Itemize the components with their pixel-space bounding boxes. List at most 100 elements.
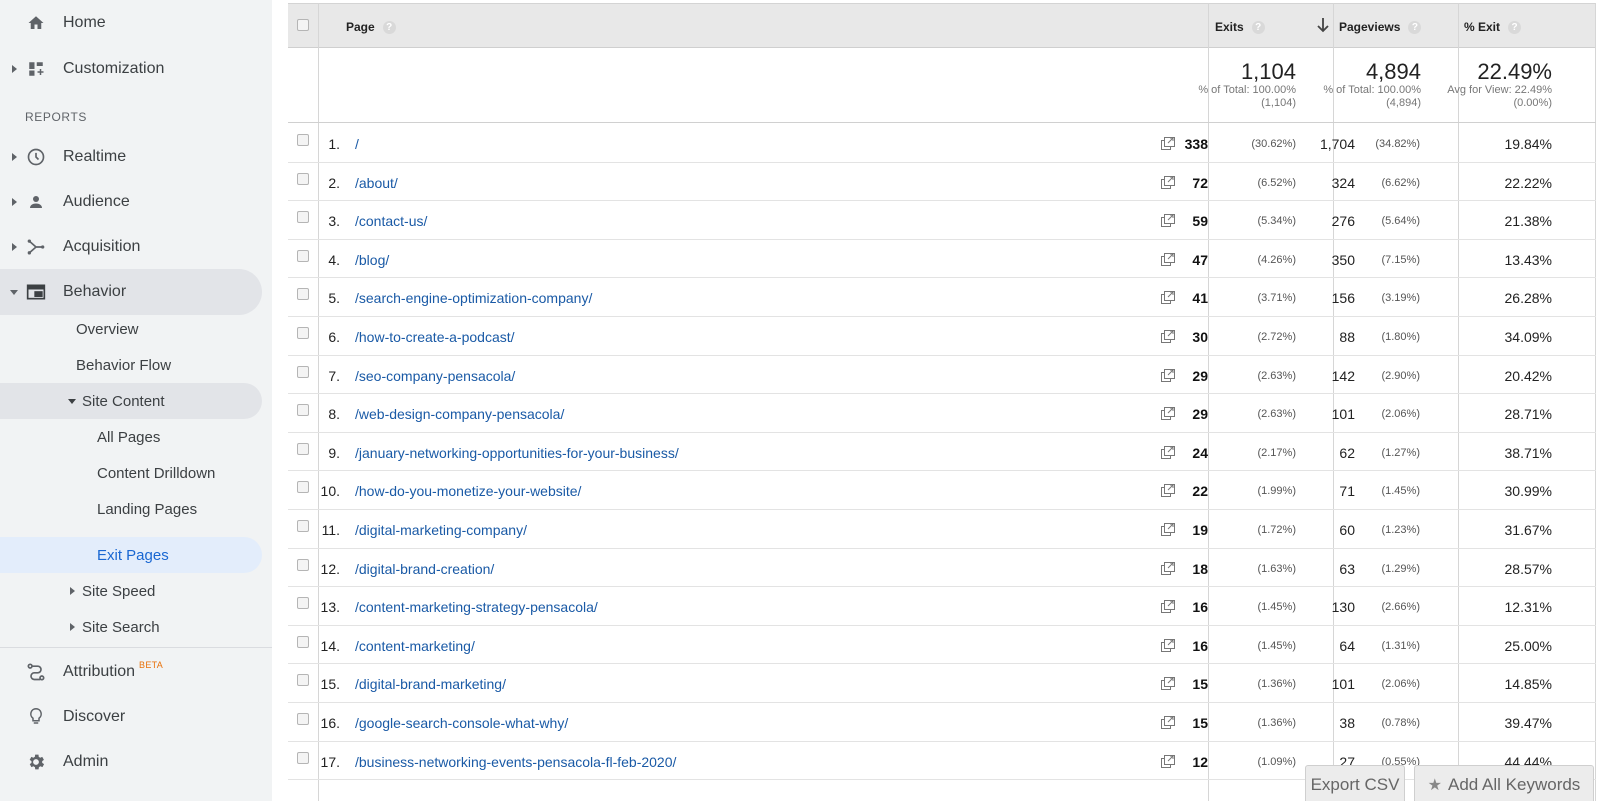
open-page-icon[interactable] (1161, 137, 1175, 150)
page-link[interactable]: /seo-company-pensacola/ (355, 368, 515, 384)
open-page-icon[interactable] (1161, 484, 1175, 498)
row-checkbox[interactable] (297, 635, 309, 648)
row-checkbox[interactable] (297, 288, 309, 301)
open-page-icon[interactable] (1161, 368, 1175, 382)
page-link[interactable]: /google-search-console-what-why/ (355, 715, 568, 731)
row-checkbox[interactable] (297, 597, 309, 610)
row-number: 8. (328, 406, 340, 423)
column-header-page[interactable]: Page ? (346, 20, 396, 34)
page-link[interactable]: /search-engine-optimization-company/ (355, 290, 592, 306)
open-page-icon[interactable] (1161, 561, 1175, 575)
page-link[interactable]: /content-marketing-strategy-pensacola/ (355, 599, 598, 615)
row-checkbox[interactable] (297, 558, 309, 571)
page-link[interactable]: /blog/ (355, 252, 389, 268)
pageviews-percent: (2.90%) (1381, 369, 1420, 382)
pageviews-percent: (2.06%) (1381, 408, 1420, 421)
pageviews-percent: (2.66%) (1381, 601, 1420, 614)
exits-percent: (2.72%) (1257, 331, 1296, 343)
open-page-icon[interactable] (1161, 523, 1175, 536)
row-checkbox[interactable] (297, 751, 309, 764)
help-icon[interactable]: ? (382, 20, 396, 34)
export-csv-button[interactable]: Export CSV (1305, 765, 1405, 801)
add-all-keywords-button[interactable]: ★ Add All Keywords (1414, 765, 1594, 801)
exits-value: 59 (1192, 213, 1208, 230)
nav-behavior-label: Behavior (63, 283, 127, 300)
nav-overview-label: Overview (76, 320, 139, 338)
row-checkbox[interactable] (297, 172, 309, 185)
nav-exit-pages[interactable]: Exit Pages (0, 537, 262, 573)
exits-value: 22 (1192, 483, 1208, 500)
row-number: 11. (321, 522, 340, 538)
summary-exit-rate-avg: Avg for View: 22.49% (1447, 84, 1552, 96)
page-link[interactable]: /about/ (355, 175, 398, 191)
page-link[interactable]: /digital-brand-creation/ (355, 561, 494, 577)
open-page-icon[interactable] (1161, 214, 1175, 228)
exit-rate-value: 12.31% (1504, 599, 1552, 616)
nav-behavior[interactable]: Behavior (0, 269, 262, 315)
exits-percent: (1.36%) (1257, 717, 1296, 729)
page-link[interactable]: /how-do-you-monetize-your-website/ (355, 483, 581, 499)
open-page-icon[interactable] (1161, 677, 1175, 691)
open-page-icon[interactable] (1161, 445, 1175, 459)
open-page-icon[interactable] (1161, 175, 1175, 189)
row-checkbox[interactable] (297, 134, 309, 146)
open-page-icon[interactable] (1161, 291, 1175, 305)
page-link[interactable]: /how-to-create-a-podcast/ (355, 329, 515, 345)
page-link[interactable]: /digital-marketing-company/ (355, 522, 527, 538)
collapse-arrow-icon (68, 399, 76, 404)
page-link[interactable]: /january-networking-opportunities-for-yo… (355, 445, 679, 461)
select-all-checkbox[interactable] (297, 19, 309, 31)
exits-value: 19 (1192, 522, 1208, 538)
page-link[interactable]: /business-networking-events-pensacola-fl… (355, 754, 676, 770)
open-page-icon[interactable] (1161, 330, 1175, 343)
row-number: 10. (320, 483, 340, 500)
row-checkbox[interactable] (297, 365, 309, 378)
table-row: 11. /digital-marketing-company/19 (1.72%) 6… (288, 509, 1596, 548)
row-checkbox[interactable] (297, 327, 309, 339)
nav-site-search-label: Site Search (82, 618, 160, 636)
open-page-icon[interactable] (1161, 252, 1175, 266)
row-checkbox[interactable] (297, 481, 309, 494)
row-checkbox[interactable] (297, 249, 309, 262)
row-checkbox[interactable] (297, 404, 309, 417)
exit-rate-value: 26.28% (1504, 290, 1552, 307)
pageviews-value: 350 (1331, 251, 1355, 268)
collapse-arrow-icon (10, 289, 18, 295)
page-link[interactable]: /web-design-company-pensacola/ (355, 406, 564, 422)
exits-percent: (1.45%) (1257, 601, 1296, 614)
acquisition-icon (26, 237, 46, 257)
nav-site-speed-label: Site Speed (82, 582, 156, 600)
row-number: 16. (320, 715, 340, 731)
column-header-pageviews[interactable]: Pageviews ? (1339, 20, 1422, 34)
nav-content-drilldown-label: Content Drilldown (97, 464, 216, 482)
page-link[interactable]: / (355, 136, 359, 152)
help-icon[interactable]: ? (1508, 20, 1522, 34)
open-page-icon[interactable] (1161, 716, 1175, 729)
nav-discover-label: Discover (63, 708, 126, 725)
summary-exit-rate-value: 22.49% (1477, 59, 1552, 84)
row-number: 3. (328, 213, 340, 230)
row-checkbox[interactable] (297, 674, 309, 687)
page-link[interactable]: /contact-us/ (355, 213, 427, 229)
row-number: 17. (320, 753, 340, 770)
nav-site-content[interactable]: Site Content (0, 383, 262, 419)
column-header-exits[interactable]: Exits ? (1215, 17, 1331, 36)
help-icon[interactable]: ? (1251, 20, 1265, 34)
exits-percent: (1.36%) (1257, 678, 1296, 691)
table-row: 5. /search-engine-optimization-company/41… (288, 277, 1596, 316)
row-checkbox[interactable] (297, 211, 309, 224)
row-checkbox[interactable] (297, 442, 309, 455)
exits-percent: (3.71%) (1257, 292, 1296, 305)
open-page-icon[interactable] (1161, 638, 1175, 652)
help-icon[interactable]: ? (1408, 20, 1422, 34)
page-link[interactable]: /content-marketing/ (355, 638, 475, 654)
column-header-exit-rate[interactable]: % Exit ? (1464, 20, 1522, 34)
sort-descending-icon[interactable] (1317, 17, 1329, 36)
open-page-icon[interactable] (1161, 754, 1175, 768)
row-checkbox[interactable] (297, 520, 309, 532)
open-page-icon[interactable] (1161, 600, 1175, 614)
dashboard-icon (26, 59, 46, 79)
row-checkbox[interactable] (297, 713, 309, 725)
page-link[interactable]: /digital-brand-marketing/ (355, 676, 506, 692)
open-page-icon[interactable] (1161, 407, 1175, 421)
